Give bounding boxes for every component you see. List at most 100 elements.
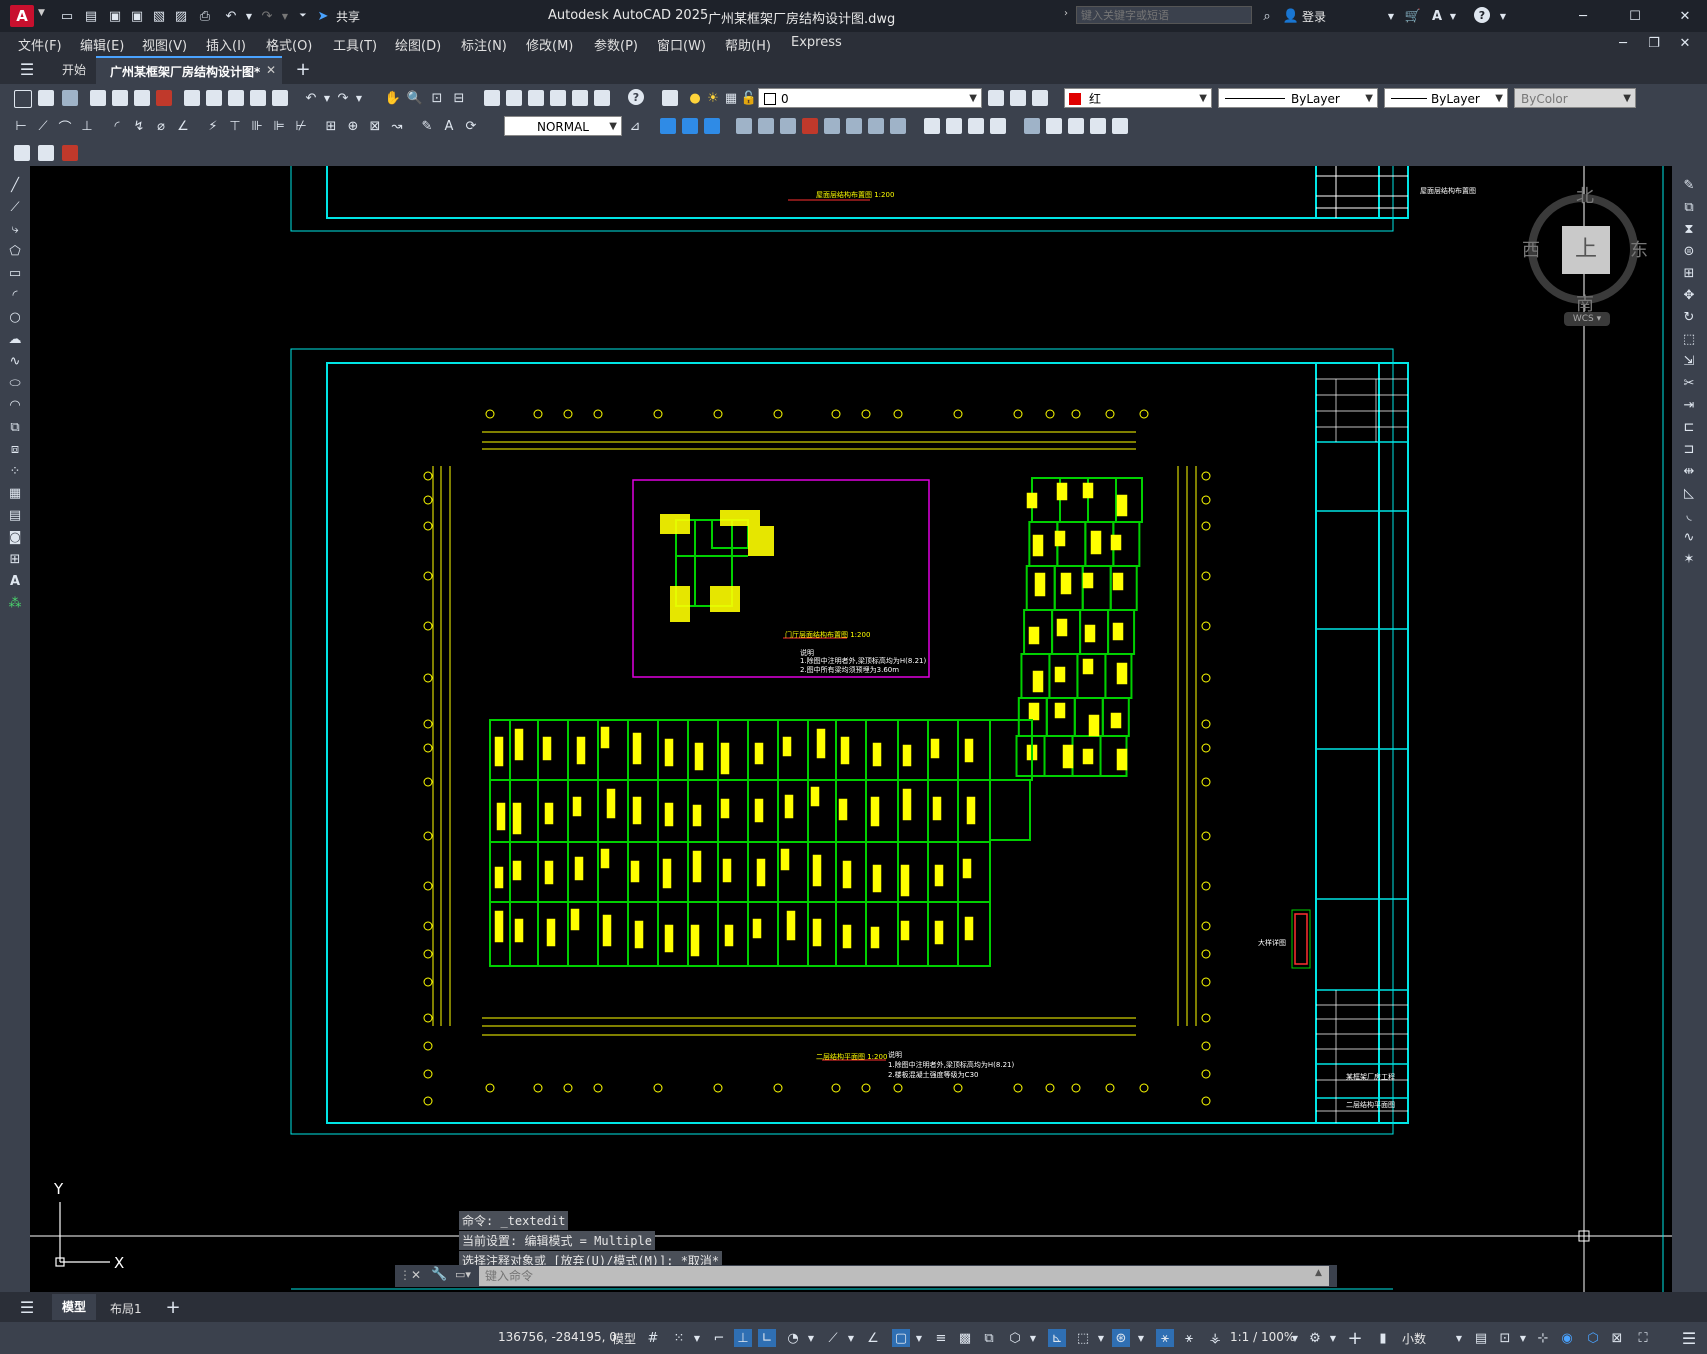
dim-diameter-icon[interactable]: ⌀: [152, 117, 170, 135]
pan-icon[interactable]: ✋: [384, 89, 402, 107]
polyline-tool-icon[interactable]: ⤷: [6, 220, 24, 238]
layer-states-icon[interactable]: [1032, 90, 1048, 106]
isodraft-dropdown-icon[interactable]: ▼: [842, 1329, 860, 1347]
dim-angular-icon[interactable]: ∠: [174, 117, 192, 135]
solid-sphere-icon[interactable]: [990, 118, 1006, 134]
command-customize-wrench-icon[interactable]: 🔧: [431, 1267, 447, 1282]
menu-tools[interactable]: 工具(T): [333, 35, 377, 54]
lineweight-display-icon[interactable]: ≡: [932, 1329, 950, 1347]
region-tool-icon[interactable]: ◙: [6, 528, 24, 546]
construction-line-icon[interactable]: ⟋: [6, 198, 24, 216]
infer-constraints-icon[interactable]: ⌐: [710, 1329, 728, 1347]
web-open-icon[interactable]: ▧: [150, 7, 168, 25]
revolve-icon[interactable]: [1046, 118, 1062, 134]
dim-linear-icon[interactable]: ⊢: [12, 117, 30, 135]
ucs-apply-icon[interactable]: [890, 118, 906, 134]
isolate-objects-icon[interactable]: ⊹: [1534, 1329, 1552, 1347]
rotate-tool-icon[interactable]: ↻: [1680, 308, 1698, 326]
polygon-tool-icon[interactable]: ⬠: [6, 242, 24, 260]
layer-thaw-sun-icon[interactable]: ☀: [704, 89, 722, 107]
new-tab-plus-icon[interactable]: +: [294, 59, 312, 80]
transparency-icon[interactable]: ▩: [956, 1329, 974, 1347]
viewcube-east[interactable]: 东: [1630, 236, 1648, 262]
doc-close-icon[interactable]: ✕: [1676, 34, 1694, 52]
viewcube-north[interactable]: 北: [1576, 182, 1594, 208]
drawing-canvas[interactable]: 屋面层结构布置图 1:200 屋面层结构布置图 门厅层面结构布置图 1:200 …: [30, 166, 1672, 1292]
mirror-tool-icon[interactable]: ⧗: [1680, 220, 1698, 238]
polar-icon[interactable]: ◔: [784, 1329, 802, 1347]
sheet-set-icon[interactable]: [550, 90, 566, 106]
table-tool-icon[interactable]: ⊞: [6, 550, 24, 568]
doc-minimize-icon[interactable]: ─: [1614, 34, 1632, 52]
annotation-monitor-icon[interactable]: +: [1346, 1328, 1364, 1349]
workspace-gear-icon[interactable]: ⚙: [1306, 1329, 1324, 1347]
insert-block-icon[interactable]: ⧉: [6, 418, 24, 436]
presspull-icon[interactable]: [1112, 118, 1128, 134]
dynamic-ucs-icon[interactable]: ⊾: [1048, 1329, 1066, 1347]
snap-dropdown-icon[interactable]: ▼: [688, 1329, 706, 1347]
loft-icon[interactable]: [1090, 118, 1106, 134]
solid-cone-icon[interactable]: [968, 118, 984, 134]
menu-insert[interactable]: 插入(I): [206, 35, 246, 54]
user-icon[interactable]: 👤: [1282, 7, 1300, 25]
dim-space-icon[interactable]: ⊫: [270, 117, 288, 135]
point-tool-icon[interactable]: ⁘: [6, 462, 24, 480]
doc-restore-icon[interactable]: ❐: [1645, 34, 1663, 52]
redo-tb-dropdown-icon[interactable]: ▼: [350, 89, 368, 107]
web-save-icon[interactable]: ▨: [172, 7, 190, 25]
dim-jogged-icon[interactable]: ↯: [130, 117, 148, 135]
layer-viewport-icon[interactable]: ▦: [722, 89, 740, 107]
ucs-origin-icon[interactable]: [758, 118, 774, 134]
coordinates-readout[interactable]: 136756, -284195, 0: [498, 1330, 617, 1344]
cut-icon[interactable]: [184, 90, 200, 106]
save-tb-icon[interactable]: [62, 90, 78, 106]
save-as-icon[interactable]: ▣: [128, 7, 146, 25]
redo-dropdown-icon[interactable]: ▼: [276, 7, 294, 25]
qnew-icon[interactable]: [14, 90, 32, 108]
copy-icon[interactable]: [206, 90, 222, 106]
chamfer-tool-icon[interactable]: ◺: [1680, 484, 1698, 502]
login-dropdown-icon[interactable]: ▼: [1382, 7, 1400, 25]
solid-box-icon[interactable]: [924, 118, 940, 134]
layout-menu-icon[interactable]: ☰: [18, 1298, 36, 1317]
menu-format[interactable]: 格式(O): [266, 35, 312, 54]
calculator-icon[interactable]: [594, 90, 610, 106]
selection-cycling-icon[interactable]: ⧉: [980, 1329, 998, 1347]
new-file-icon[interactable]: ▭: [58, 7, 76, 25]
selection-filter-dropdown-icon[interactable]: ▼: [1092, 1329, 1110, 1347]
command-close-icon[interactable]: ✕: [411, 1268, 421, 1282]
fullscreen-icon[interactable]: ⛶: [1634, 1329, 1652, 1347]
share-button[interactable]: 共享: [336, 8, 360, 25]
snap-icon[interactable]: ⁙: [670, 1329, 688, 1347]
viewcube[interactable]: 上 北 南 西 东: [1522, 182, 1650, 315]
center-mark-icon[interactable]: ⊕: [344, 117, 362, 135]
linetype-dropdown[interactable]: ByLayer ▼: [1218, 88, 1378, 108]
erase-tool-icon[interactable]: ✎: [1680, 176, 1698, 194]
window-maximize-icon[interactable]: ☐: [1626, 7, 1644, 25]
line-tool-icon[interactable]: ╱: [6, 176, 24, 194]
menu-window[interactable]: 窗口(W): [657, 35, 706, 54]
tab-close-icon[interactable]: ✕: [266, 63, 276, 77]
menu-express[interactable]: Express: [791, 35, 842, 50]
scale-tool-icon[interactable]: ⬚: [1680, 330, 1698, 348]
extrude-icon[interactable]: [1024, 118, 1040, 134]
autocad-logo-icon[interactable]: A: [10, 5, 34, 27]
units-value[interactable]: 小数: [1402, 1330, 1426, 1347]
break-point-icon[interactable]: ⊏: [1680, 418, 1698, 436]
help-dropdown-icon[interactable]: ▼: [1494, 7, 1512, 25]
plotstyle-dropdown[interactable]: ByColor ▼: [1514, 88, 1636, 108]
dim-radius-icon[interactable]: ◜: [108, 117, 126, 135]
array-tool-icon[interactable]: ⊞: [1680, 264, 1698, 282]
tab-start[interactable]: 开始: [62, 61, 86, 78]
jogged-linear-icon[interactable]: ↝: [388, 117, 406, 135]
plot-icon[interactable]: ⎙: [196, 7, 214, 25]
isodraft-icon[interactable]: ⟋: [824, 1329, 842, 1347]
gradient-tool-icon[interactable]: ▤: [6, 506, 24, 524]
wcs-menu-button[interactable]: WCS ▾: [1564, 312, 1610, 326]
tolerance-icon[interactable]: ⊞: [322, 117, 340, 135]
3d-osnap-icon[interactable]: ⬡: [1006, 1329, 1024, 1347]
arc-tool-icon[interactable]: ◜: [6, 286, 24, 304]
zoom-previous-icon[interactable]: ⊟: [450, 89, 468, 107]
osnap-dropdown-icon[interactable]: ▼: [910, 1329, 928, 1347]
zoom-realtime-icon[interactable]: 🔍: [406, 89, 424, 107]
